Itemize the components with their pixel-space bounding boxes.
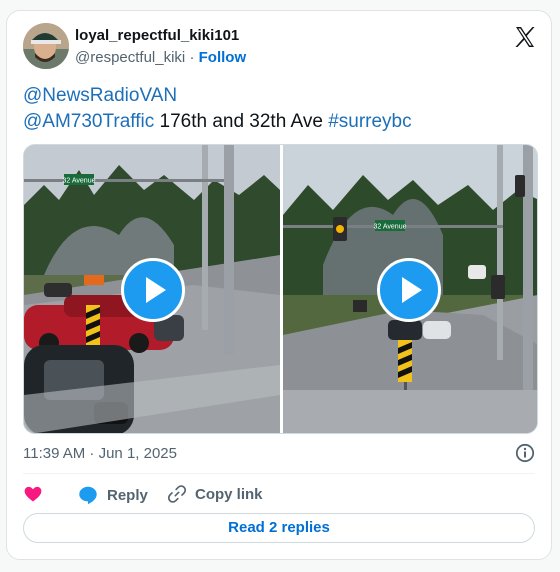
left-street-sign: 32 Avenue [63,178,96,185]
video-thumbnail-left[interactable]: 32 Avenue [24,145,280,433]
copy-link-button[interactable]: Copy link [167,484,263,504]
media-grid: 32 Avenue 32 Avenue [23,144,538,434]
heart-icon [24,486,42,502]
play-icon [402,277,422,303]
reply-label: Reply [107,486,148,504]
play-button-right[interactable] [377,258,441,322]
play-icon [146,277,166,303]
author-display-name[interactable]: loyal_repectful_kiki101 [75,27,239,44]
play-button-left[interactable] [121,258,185,322]
tweet-body-text: 176th and 32th Ave [154,111,329,132]
divider [23,473,535,474]
author-handle[interactable]: @respectful_kiki [75,49,185,66]
copy-link-label: Copy link [195,485,263,503]
tweet-timestamp[interactable]: 11:39 AM · Jun 1, 2025 [23,445,177,462]
like-button[interactable] [23,484,51,504]
hashtag-surreybc[interactable]: #surreybc [328,111,411,132]
reply-bubble-icon [79,486,97,505]
author-handle-row: @respectful_kiki · Follow [75,49,246,66]
info-icon[interactable] [515,443,535,463]
mention-newsradiovan[interactable]: @NewsRadioVAN [23,85,177,106]
x-logo-icon[interactable] [513,25,537,49]
right-street-sign: 32 Avenue [374,224,407,231]
video-thumbnail-right[interactable]: 32 Avenue [283,145,537,433]
tweet-card: loyal_repectful_kiki101 @respectful_kiki… [6,10,552,560]
tweet-text: @NewsRadioVAN @AM730Traffic 176th and 32… [23,83,533,135]
follow-button[interactable]: Follow [199,49,247,66]
handle-separator: · [185,49,199,66]
mention-am730traffic[interactable]: @AM730Traffic [23,111,154,132]
read-replies-button[interactable]: Read 2 replies [23,513,535,543]
avatar[interactable] [23,23,69,69]
link-icon [167,485,187,503]
reply-button[interactable]: Reply [77,484,148,506]
